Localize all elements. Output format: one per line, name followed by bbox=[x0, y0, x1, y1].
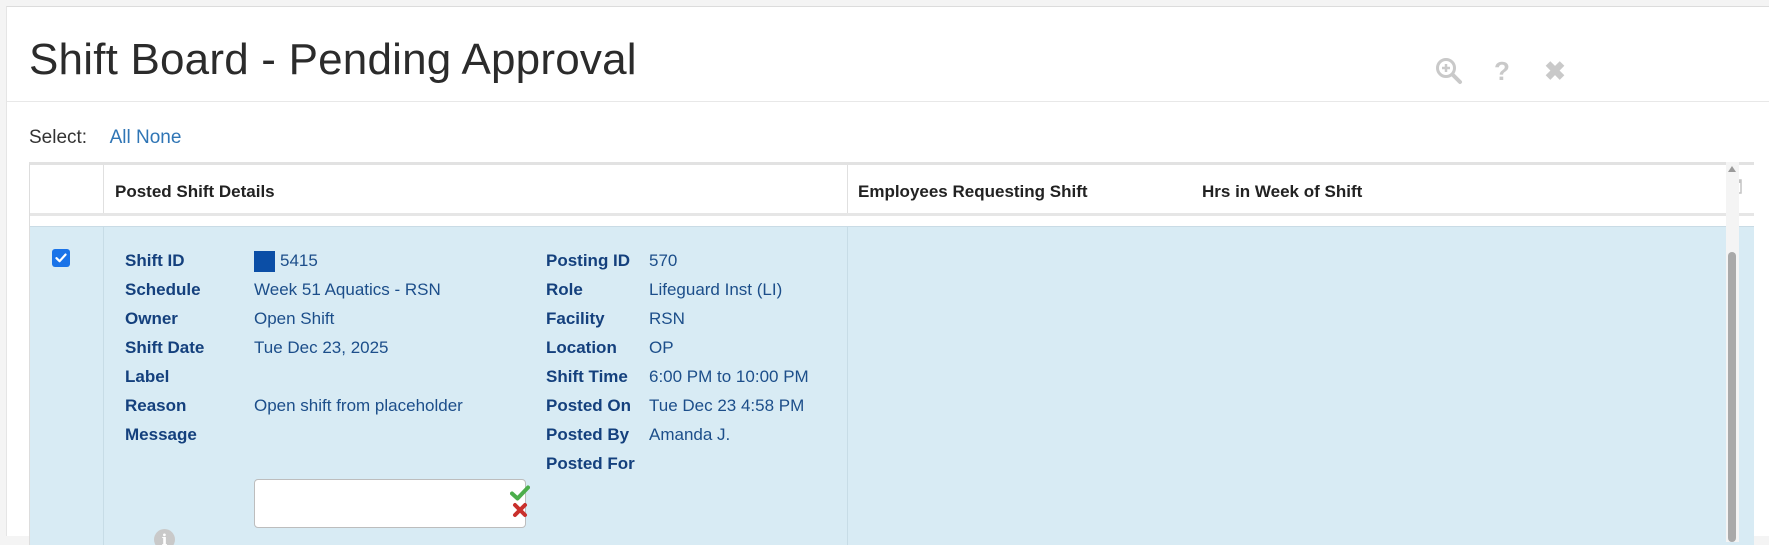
shift-id-label: Shift ID bbox=[125, 251, 185, 270]
posting-id-value: 570 bbox=[649, 251, 678, 270]
facility-label: Facility bbox=[546, 309, 605, 328]
shift-time-value: 6:00 PM to 10:00 PM bbox=[649, 367, 809, 386]
column-header-hrs-in-week[interactable]: Hrs in Week of Shift bbox=[1202, 182, 1362, 202]
facility-value: RSN bbox=[649, 309, 685, 328]
schedule-label: Schedule bbox=[125, 280, 201, 299]
info-icon[interactable]: i bbox=[154, 529, 175, 545]
vertical-scrollbar[interactable] bbox=[1726, 162, 1739, 542]
column-divider bbox=[847, 227, 848, 545]
shift-time-label: Shift Time bbox=[546, 367, 628, 386]
select-none-link[interactable]: None bbox=[136, 127, 181, 148]
close-icon[interactable]: ✖ bbox=[1538, 54, 1572, 88]
location-label: Location bbox=[546, 338, 617, 357]
shift-color-swatch bbox=[254, 251, 275, 272]
posted-on-value: Tue Dec 23 4:58 PM bbox=[649, 396, 805, 415]
scroll-up-arrow-icon[interactable] bbox=[1728, 166, 1736, 172]
table-row[interactable]: Shift ID Schedule Owner Shift Date Label… bbox=[30, 226, 1754, 545]
table-header: Posted Shift Details Employees Requestin… bbox=[30, 165, 1754, 216]
reason-value: Open shift from placeholder bbox=[254, 396, 463, 415]
column-divider bbox=[103, 165, 104, 213]
location-value: OP bbox=[649, 338, 674, 357]
checkmark-icon bbox=[55, 253, 67, 263]
label-label: Label bbox=[125, 367, 170, 386]
schedule-value: Week 51 Aquatics - RSN bbox=[254, 280, 441, 299]
help-icon[interactable]: ? bbox=[1485, 54, 1519, 88]
shift-date-value: Tue Dec 23, 2025 bbox=[254, 338, 389, 357]
reject-x-icon[interactable] bbox=[512, 502, 528, 523]
title-divider bbox=[7, 101, 1769, 102]
column-header-employees-requesting[interactable]: Employees Requesting Shift bbox=[858, 182, 1088, 202]
posted-for-label: Posted For bbox=[546, 454, 635, 473]
shift-table: Posted Shift Details Employees Requestin… bbox=[29, 162, 1754, 545]
shift-id-value: 5415 bbox=[280, 251, 318, 270]
owner-label: Owner bbox=[125, 309, 178, 328]
row-select-checkbox[interactable] bbox=[52, 249, 70, 267]
shift-date-label: Shift Date bbox=[125, 338, 205, 357]
role-label: Role bbox=[546, 280, 583, 299]
posted-by-value: Amanda J. bbox=[649, 425, 731, 444]
message-input[interactable] bbox=[254, 479, 526, 528]
scrollbar-thumb[interactable] bbox=[1728, 252, 1736, 542]
select-label: Select: bbox=[29, 127, 88, 148]
page-title: Shift Board - Pending Approval bbox=[29, 35, 637, 84]
posting-id-label: Posting ID bbox=[546, 251, 631, 270]
owner-value: Open Shift bbox=[254, 309, 335, 328]
posted-on-label: Posted On bbox=[546, 396, 632, 415]
column-header-posted-shift-details[interactable]: Posted Shift Details bbox=[115, 182, 275, 202]
posted-by-label: Posted By bbox=[546, 425, 630, 444]
select-all-link[interactable]: All bbox=[110, 127, 131, 148]
reason-label: Reason bbox=[125, 396, 187, 415]
zoom-in-icon[interactable] bbox=[1432, 54, 1466, 88]
modal-window: Shift Board - Pending Approval ? ✖ Selec… bbox=[6, 6, 1769, 545]
message-label: Message bbox=[125, 425, 197, 444]
select-row: Select: All None bbox=[29, 127, 181, 149]
role-value: Lifeguard Inst (LI) bbox=[649, 280, 783, 299]
column-divider bbox=[847, 165, 848, 213]
column-divider bbox=[103, 227, 104, 545]
